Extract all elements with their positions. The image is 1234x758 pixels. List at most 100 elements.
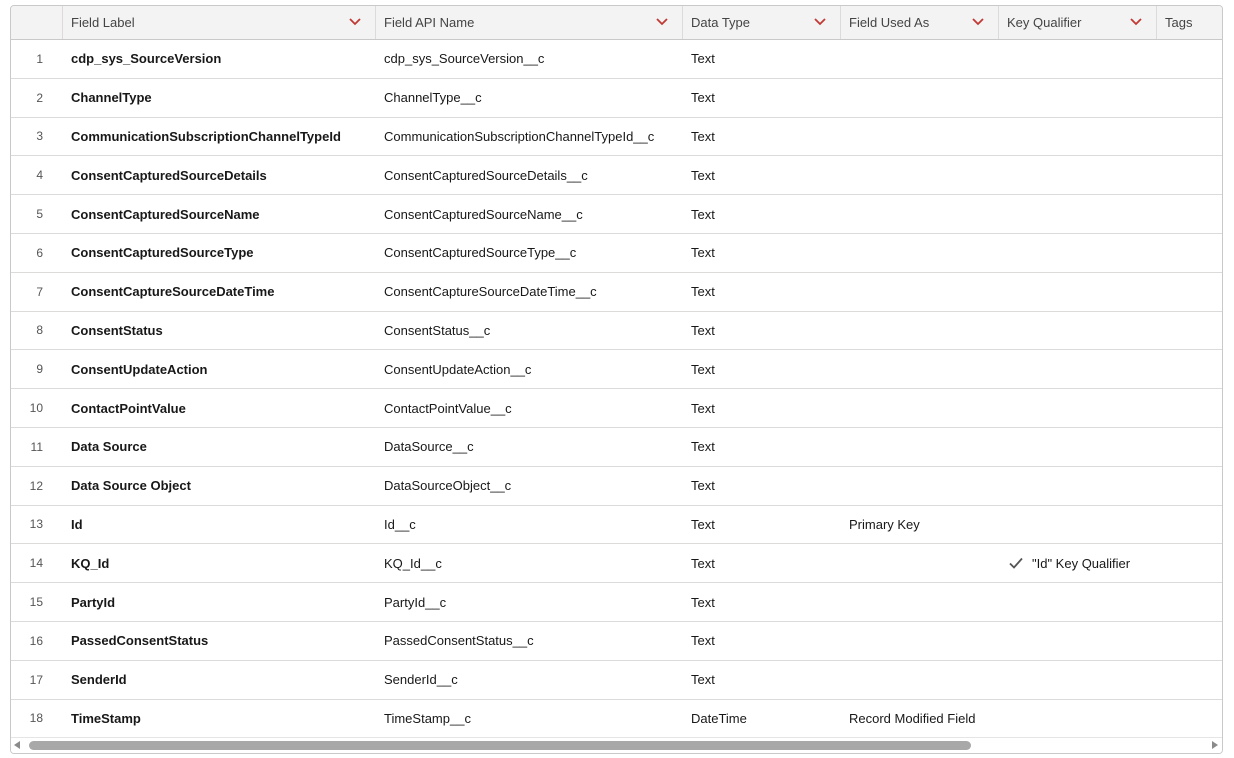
field-label-cell-text: TimeStamp [71, 710, 141, 726]
field-label-cell: PartyId [63, 595, 376, 610]
row-number: 1 [11, 52, 63, 66]
field-used-as-cell-text: Primary Key [849, 516, 920, 532]
field-label-cell: ConsentUpdateAction [63, 362, 376, 377]
field-api-name-cell-text: DataSourceObject__c [384, 478, 512, 494]
chevron-down-icon[interactable] [814, 17, 826, 27]
chevron-down-icon[interactable] [656, 17, 668, 27]
row-number-text: 10 [29, 401, 43, 416]
table-row[interactable]: 13 Id Id__c Text Primary Key [11, 506, 1222, 545]
data-type-cell: Text [683, 245, 841, 260]
field-label-cell: ConsentCapturedSourceType [63, 245, 376, 260]
row-number: 15 [11, 595, 63, 609]
field-api-name-cell: ConsentCapturedSourceDetails__c [376, 168, 683, 183]
field-used-as-cell: Primary Key [841, 517, 999, 532]
row-number-text: 18 [29, 711, 43, 726]
horizontal-scrollbar[interactable] [11, 737, 1222, 753]
table-row[interactable]: 9 ConsentUpdateAction ConsentUpdateAction_… [11, 350, 1222, 390]
row-number-text: 9 [36, 362, 43, 377]
table-row[interactable]: 2 ChannelType ChannelType__c Text [11, 79, 1222, 118]
field-label-cell-text: ConsentCapturedSourceDetails [71, 167, 267, 183]
table-row[interactable]: 10 ContactPointValue ContactPointValue__c T… [11, 389, 1222, 428]
scrollbar-thumb[interactable] [29, 741, 971, 750]
table-header: Field Label Field API Name Data Type Fie… [11, 6, 1222, 40]
row-number: 12 [11, 479, 63, 493]
table-row[interactable]: 6 ConsentCapturedSourceType ConsentCapture… [11, 234, 1222, 273]
field-label-cell-text: ConsentCapturedSourceName [71, 206, 260, 222]
column-header-label: Field Label [71, 15, 135, 30]
data-type-cell-text: DateTime [691, 710, 747, 726]
row-number: 8 [11, 323, 63, 337]
row-number: 13 [11, 517, 63, 531]
row-number: 11 [11, 440, 63, 454]
data-type-cell-text: Text [691, 672, 715, 688]
data-type-cell: Text [683, 323, 841, 338]
table-row[interactable]: 18 TimeStamp TimeStamp__c DateTime Record Mo… [11, 700, 1222, 739]
data-type-cell: Text [683, 362, 841, 377]
table-row[interactable]: 15 PartyId PartyId__c Text [11, 583, 1222, 622]
table-row[interactable]: 16 PassedConsentStatus PassedConsentStatus… [11, 622, 1222, 661]
column-header-row-number [11, 6, 63, 39]
data-type-cell: Text [683, 51, 841, 66]
row-number-text: 4 [36, 168, 43, 183]
table-row[interactable]: 4 ConsentCapturedSourceDetails ConsentCapt… [11, 156, 1222, 196]
chevron-down-icon[interactable] [972, 17, 984, 27]
data-type-cell-text: Text [691, 516, 715, 532]
row-number: 16 [11, 634, 63, 648]
data-type-cell: Text [683, 556, 841, 571]
column-header-tags[interactable]: Tags [1157, 6, 1222, 39]
field-api-name-cell-text: ConsentCapturedSourceDetails__c [384, 167, 588, 183]
table-row[interactable]: 8 ConsentStatus ConsentStatus__c Text [11, 312, 1222, 351]
row-number-text: 7 [36, 284, 43, 299]
field-label-cell: ConsentCapturedSourceName [63, 207, 376, 222]
table-row[interactable]: 1 cdp_sys_SourceVersion cdp_sys_SourceVers… [11, 40, 1222, 79]
data-type-cell: Text [683, 595, 841, 610]
fields-grid: Field Label Field API Name Data Type Fie… [11, 6, 1222, 739]
column-header-data-type[interactable]: Data Type [683, 6, 841, 39]
field-api-name-cell: CommunicationSubscriptionChannelTypeId__… [376, 129, 683, 144]
field-api-name-cell: SenderId__c [376, 672, 683, 687]
data-type-cell: Text [683, 207, 841, 222]
field-api-name-cell: ConsentCapturedSourceName__c [376, 207, 683, 222]
column-header-label: Field API Name [384, 15, 475, 30]
field-label-cell: Id [63, 517, 376, 532]
data-type-cell: Text [683, 401, 841, 416]
data-type-cell-text: Text [691, 90, 715, 106]
field-api-name-cell-text: TimeStamp__c [384, 710, 471, 726]
field-label-cell-text: ContactPointValue [71, 400, 186, 416]
row-number: 5 [11, 207, 63, 221]
field-label-cell-text: PassedConsentStatus [71, 633, 209, 649]
key-qualifier-cell-text: "Id" Key Qualifier [1032, 555, 1131, 571]
table-row[interactable]: 7 ConsentCaptureSourceDateTime ConsentCapt… [11, 273, 1222, 312]
data-type-cell-text: Text [691, 322, 715, 338]
table-row[interactable]: 17 SenderId SenderId__c Text [11, 661, 1222, 700]
field-label-cell-text: Id [71, 516, 83, 532]
row-number-text: 15 [29, 595, 43, 610]
table-row[interactable]: 12 Data Source Object DataSourceObject__c T… [11, 467, 1222, 506]
data-type-cell: Text [683, 672, 841, 687]
field-api-name-cell-text: cdp_sys_SourceVersion__c [384, 51, 545, 67]
data-type-cell-text: Text [691, 594, 715, 610]
table-row[interactable]: 14 KQ_Id KQ_Id__c Text "Id" Key Qualifier [11, 544, 1222, 584]
row-number-text: 17 [29, 672, 43, 687]
table-row[interactable]: 3 CommunicationSubscriptionChannelTypeId C… [11, 118, 1222, 157]
table-row[interactable]: 5 ConsentCapturedSourceName ConsentCapture… [11, 195, 1222, 234]
field-label-cell: SenderId [63, 672, 376, 687]
arrow-left-icon[interactable] [14, 741, 20, 749]
chevron-down-icon[interactable] [1130, 17, 1142, 27]
field-label-cell-text: Data Source [71, 439, 147, 455]
column-header-field-api-name[interactable]: Field API Name [376, 6, 683, 39]
column-header-field-used-as[interactable]: Field Used As [841, 6, 999, 39]
row-number: 14 [11, 556, 63, 570]
field-api-name-cell-text: DataSource__c [384, 439, 474, 455]
table-body: 1 cdp_sys_SourceVersion cdp_sys_SourceVers… [11, 40, 1222, 739]
row-number-text: 6 [36, 245, 43, 260]
row-number: 2 [11, 91, 63, 105]
table-row[interactable]: 11 Data Source DataSource__c Text [11, 428, 1222, 467]
chevron-down-icon[interactable] [349, 17, 361, 27]
column-header-key-qualifier[interactable]: Key Qualifier [999, 6, 1157, 39]
field-label-cell: PassedConsentStatus [63, 633, 376, 648]
arrow-right-icon[interactable] [1212, 741, 1218, 749]
column-header-field-label[interactable]: Field Label [63, 6, 376, 39]
field-api-name-cell-text: CommunicationSubscriptionChannelTypeId__… [384, 128, 655, 144]
row-number: 10 [11, 401, 63, 415]
